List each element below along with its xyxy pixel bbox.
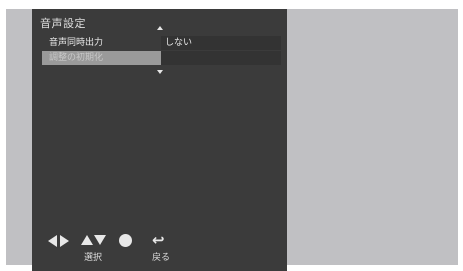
- menu-title: 音声設定: [40, 17, 86, 30]
- left-right-arrows-icon: [48, 235, 72, 247]
- menu-item-label: 音声同時出力: [42, 36, 161, 50]
- menu-item-value: [161, 51, 281, 65]
- remote-control-guide: 選択 ↩ 戻る: [44, 233, 184, 267]
- menu-item-audio-simultaneous-output[interactable]: 音声同時出力 しない: [42, 36, 281, 50]
- menu-item-reset-adjustments[interactable]: 調整の初期化: [42, 51, 281, 65]
- select-label: 選択: [84, 253, 103, 263]
- back-label: 戻る: [152, 253, 171, 263]
- up-down-arrows-icon: [81, 235, 109, 247]
- scroll-down-icon[interactable]: [157, 70, 163, 74]
- scroll-up-icon[interactable]: [157, 26, 163, 30]
- menu-item-label: 調整の初期化: [42, 51, 161, 65]
- back-return-icon: ↩: [152, 231, 165, 249]
- menu-item-value[interactable]: しない: [161, 36, 281, 50]
- enter-dot-icon: [119, 234, 132, 247]
